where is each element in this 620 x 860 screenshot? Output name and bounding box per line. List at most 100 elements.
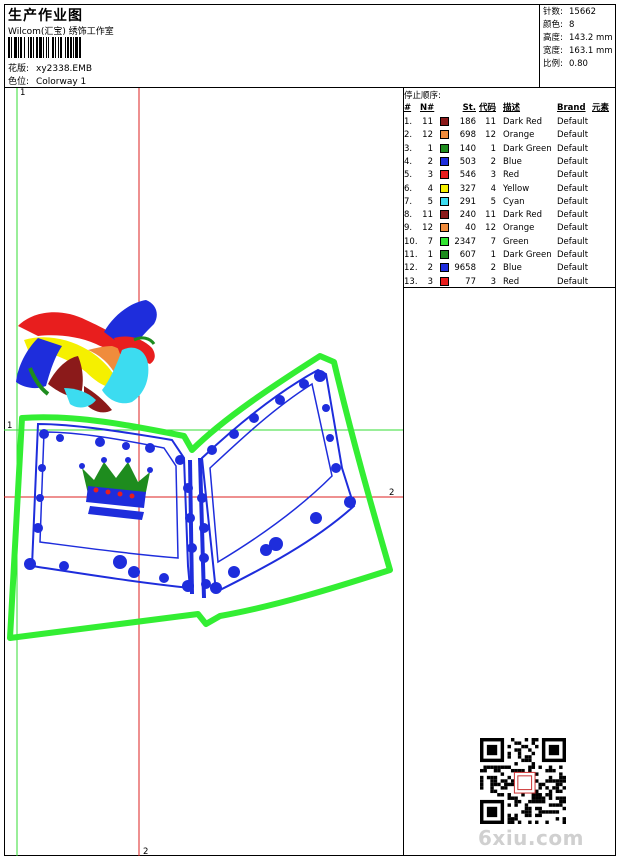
axis-label-v2: 2 [143, 847, 149, 857]
cell-desc: Red [503, 276, 520, 287]
axis-label-h1: 1 [7, 421, 13, 431]
color-stop-header: # N# St. 代码 描述 Brand 元素 [404, 103, 610, 113]
cell-desc: Cyan [503, 196, 525, 207]
color-swatch [440, 223, 449, 233]
cell-brand: Default [557, 250, 589, 260]
color-swatch [440, 276, 449, 286]
stat-colors: 颜色: 8 [543, 20, 575, 30]
cell-st: 186 [459, 117, 476, 127]
cell-brand: Default [557, 117, 589, 127]
cell-desc: Yellow [503, 183, 530, 194]
cell-st: 698 [459, 130, 476, 141]
color-stop-row: 9. 12 40 12 Orange Default [404, 222, 616, 235]
color-swatch [440, 183, 449, 193]
cell-idx: 5. [404, 170, 413, 181]
design-label: 花版: [8, 64, 30, 74]
colorway-value: Colorway 1 [36, 77, 87, 87]
cell-code: 7 [490, 236, 496, 247]
stat-height: 高度: 143.2 mm [543, 33, 613, 43]
cell-idx: 1. [404, 117, 413, 127]
color-stop-row: 6. 4 327 4 Yellow Default [404, 183, 616, 196]
cell-st: 327 [459, 183, 476, 194]
cell-num: 11 [422, 210, 433, 221]
color-swatch [440, 156, 449, 166]
color-stop-row: 2. 12 698 12 Orange Default [404, 129, 616, 142]
cell-num: 7 [427, 236, 433, 247]
cell-st: 2347 [454, 236, 476, 247]
cell-code: 2 [490, 263, 496, 274]
cell-code: 2 [490, 156, 496, 167]
cell-st: 503 [459, 156, 476, 167]
color-swatch [440, 117, 449, 126]
company-name: Wilcom(汇宝) 绣饰工作室 [8, 27, 114, 37]
axis-label-v1: 1 [20, 88, 26, 98]
cell-idx: 8. [404, 210, 413, 221]
color-swatch [440, 143, 449, 153]
stat-stitches: 针数: 15662 [543, 7, 597, 17]
cell-code: 12 [485, 223, 496, 234]
cell-num: 12 [422, 223, 433, 234]
cell-num: 4 [427, 183, 433, 194]
design-value: xy2338.EMB [36, 64, 93, 74]
design-stats: 针数: 15662 颜色: 8 高度: 143.2 mm 宽度: 163.1 mm 比例… [539, 4, 616, 87]
cell-code: 11 [485, 117, 496, 127]
cell-brand: Default [557, 276, 589, 287]
cell-code: 12 [485, 130, 496, 141]
cell-idx: 9. [404, 223, 413, 234]
watermark: 6xiu.com [478, 826, 584, 850]
cell-brand: Default [557, 196, 589, 207]
cell-code: 1 [490, 143, 496, 154]
color-swatch [440, 196, 449, 206]
cell-desc: Orange [503, 130, 535, 141]
color-stop-row: 5. 3 546 3 Red Default [404, 169, 616, 182]
color-swatch [440, 170, 449, 180]
cell-num: 3 [427, 170, 433, 181]
cell-desc: Dark Green [503, 250, 552, 260]
cell-desc: Orange [503, 223, 535, 234]
cell-desc: Dark Red [503, 210, 543, 221]
cell-st: 9658 [454, 263, 476, 274]
color-stop-title: 停止顺序: [404, 91, 441, 101]
sheet-title: 生产作业图 [8, 8, 83, 24]
cell-num: 1 [427, 250, 433, 260]
cell-desc: Green [503, 236, 529, 247]
color-swatch [440, 250, 449, 259]
color-stop-row: 1. 11 186 11 Dark Red Default [404, 116, 616, 129]
cell-desc: Blue [503, 156, 522, 167]
color-stop-row: 8. 11 240 11 Dark Red Default [404, 209, 616, 222]
bird-motif [16, 300, 157, 413]
cell-num: 2 [427, 263, 433, 274]
cell-brand: Default [557, 223, 589, 234]
color-swatch [440, 263, 449, 273]
cell-st: 607 [459, 250, 476, 260]
color-stop-row: 10. 7 2347 7 Green Default [404, 236, 616, 249]
cell-num: 1 [427, 143, 433, 154]
stat-width: 宽度: 163.1 mm [543, 46, 613, 56]
cell-code: 3 [490, 170, 496, 181]
cell-st: 40 [465, 223, 476, 234]
crown-motif [79, 457, 153, 520]
cell-desc: Dark Green [503, 143, 552, 154]
cell-idx: 2. [404, 130, 413, 141]
colorway-label: 色位: [8, 77, 30, 87]
cell-brand: Default [557, 183, 589, 194]
cell-idx: 12. [404, 263, 418, 274]
cell-brand: Default [557, 236, 589, 247]
cell-idx: 13. [404, 276, 418, 287]
cell-idx: 7. [404, 196, 413, 207]
cell-code: 5 [490, 196, 496, 207]
colorway-row: 色位: Colorway 1 [8, 74, 86, 87]
cell-num: 2 [427, 156, 433, 167]
color-swatch [440, 130, 449, 140]
color-swatch [440, 236, 449, 246]
cell-code: 3 [490, 276, 496, 287]
embroidery-artwork [4, 88, 403, 856]
color-stop-row: 4. 2 503 2 Blue Default [404, 156, 616, 169]
cell-desc: Blue [503, 263, 522, 274]
cell-brand: Default [557, 263, 589, 274]
axis-label-h2: 2 [389, 488, 395, 498]
cell-num: 5 [427, 196, 433, 207]
cell-idx: 6. [404, 183, 413, 194]
cell-num: 3 [427, 276, 433, 287]
design-preview: 1 1 2 2 [4, 88, 403, 857]
